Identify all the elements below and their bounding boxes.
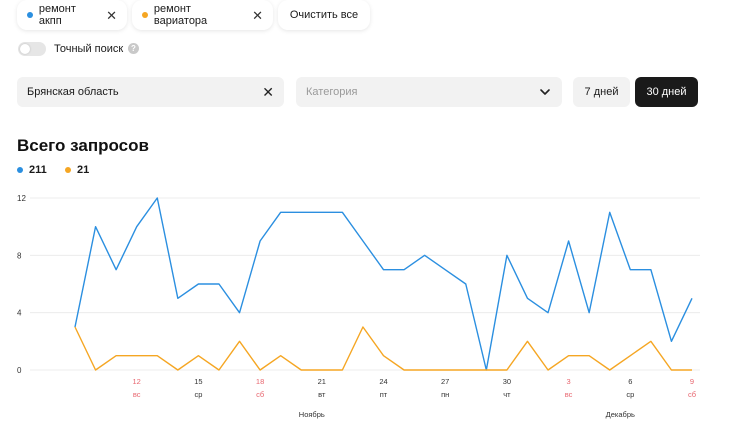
requests-line-chart: 0 4 8 12 12 вс 15 ср 18 сб 21 вт 24 пт 27 пн 30 чт 3 вс 6 ср 9… bbox=[17, 194, 700, 419]
x-tick-day: 6 bbox=[628, 377, 632, 386]
x-tick-weekday: вс bbox=[133, 390, 141, 399]
series-line-blue bbox=[74, 197, 693, 371]
x-tick-day: 21 bbox=[318, 377, 326, 386]
x-month-label: Декабрь bbox=[606, 410, 635, 419]
x-tick-day: 24 bbox=[379, 377, 387, 386]
x-tick-weekday: ср bbox=[626, 390, 634, 399]
y-tick-label: 4 bbox=[17, 309, 22, 318]
x-tick-day: 18 bbox=[256, 377, 264, 386]
x-tick-day: 30 bbox=[503, 377, 511, 386]
x-tick-day: 3 bbox=[567, 377, 571, 386]
x-tick-weekday: вт bbox=[318, 390, 326, 399]
x-tick-weekday: вс bbox=[565, 390, 573, 399]
x-tick-weekday: пн bbox=[441, 390, 449, 399]
x-tick-weekday: ср bbox=[194, 390, 202, 399]
y-tick-label: 8 bbox=[17, 251, 22, 260]
x-tick-day: 15 bbox=[194, 377, 202, 386]
x-tick-day: 12 bbox=[133, 377, 141, 386]
x-tick-day: 9 bbox=[690, 377, 694, 386]
x-tick-day: 27 bbox=[441, 377, 449, 386]
x-tick-weekday: сб bbox=[688, 390, 696, 399]
y-tick-label: 0 bbox=[17, 366, 22, 375]
x-month-label: Ноябрь bbox=[299, 410, 325, 419]
x-tick-weekday: чт bbox=[503, 390, 511, 399]
series-line-orange bbox=[74, 326, 692, 371]
x-tick-weekday: пт bbox=[380, 390, 388, 399]
x-tick-weekday: сб bbox=[256, 390, 264, 399]
y-tick-label: 12 bbox=[17, 194, 26, 203]
